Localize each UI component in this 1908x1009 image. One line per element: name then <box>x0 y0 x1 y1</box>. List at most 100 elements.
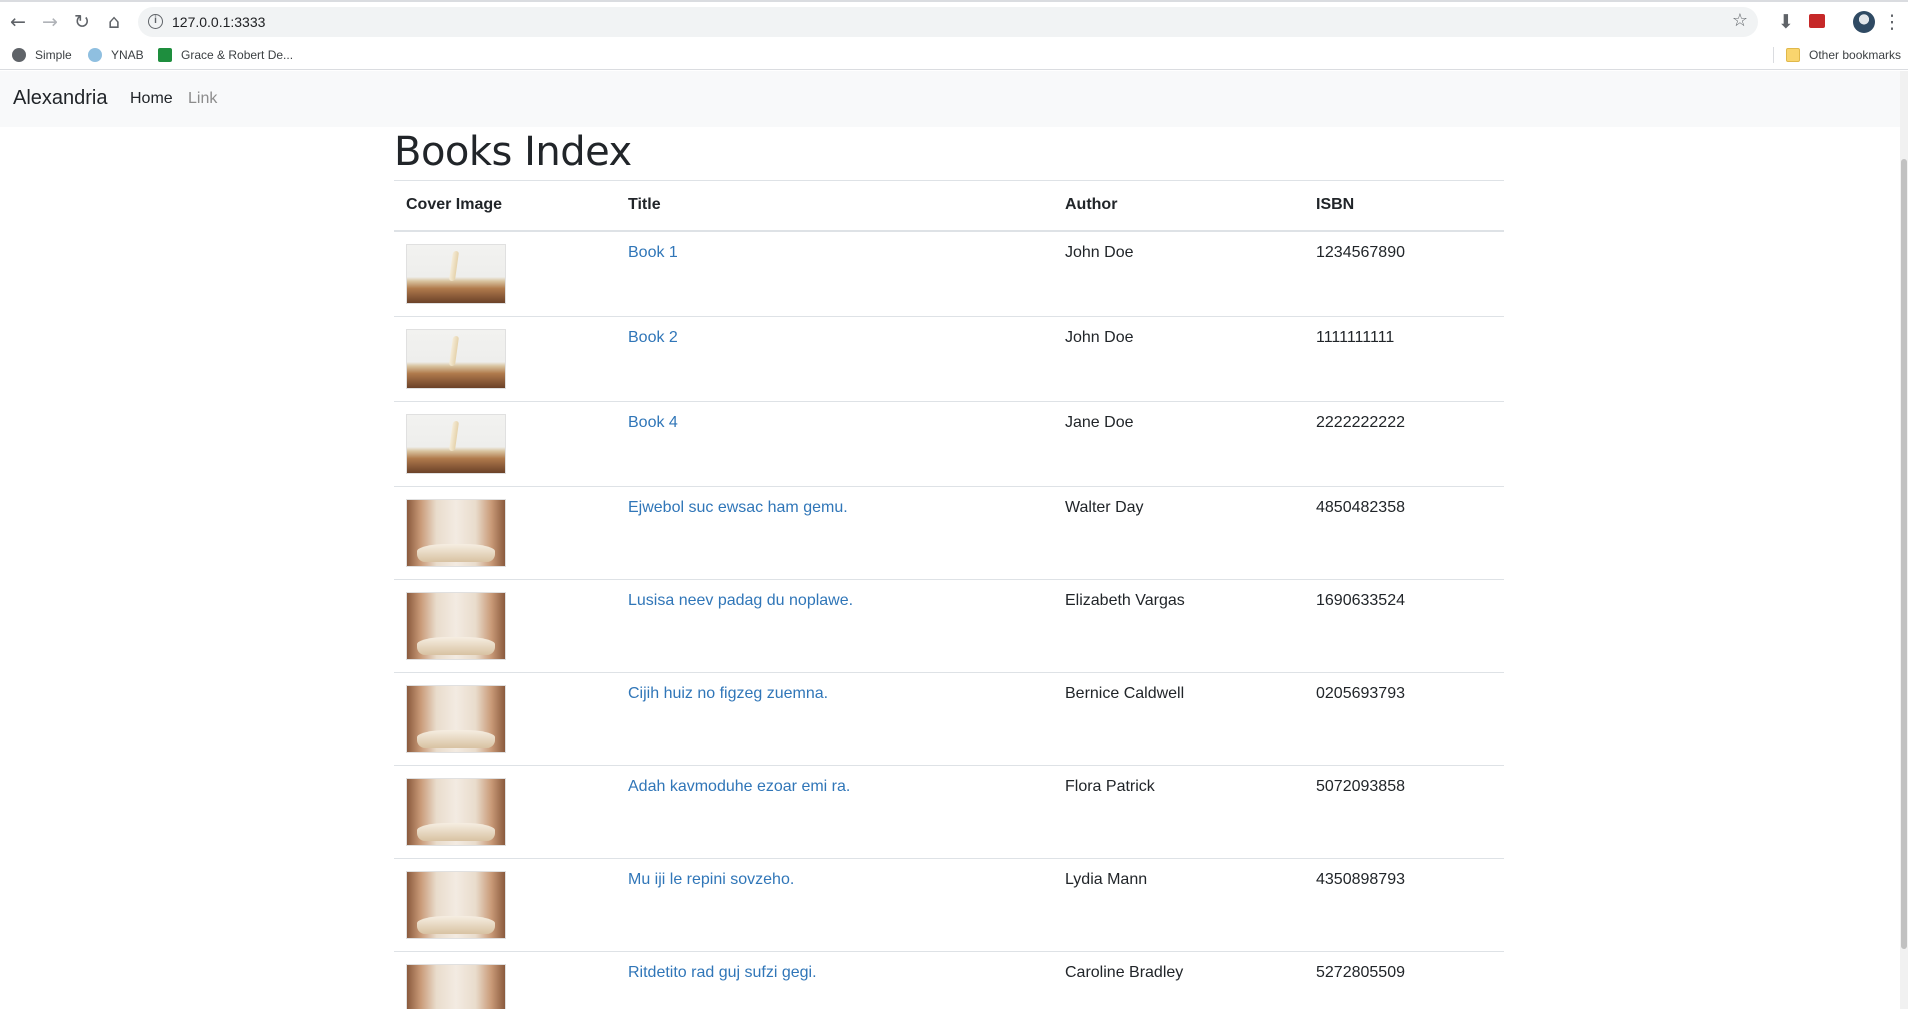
book-title-link[interactable]: Book 2 <box>628 329 678 346</box>
isbn-cell: 1111111111 <box>1304 315 1504 401</box>
bookmark-label: YNAB <box>111 48 144 62</box>
page-scrollbar[interactable] <box>1900 71 1908 1009</box>
bookmark-label: Grace & Robert De... <box>181 48 294 62</box>
book-title-link[interactable]: Lusisa neev padag du noplawe. <box>628 592 853 609</box>
book-title-link[interactable]: Ritdetito rad guj sufzi gegi. <box>628 964 817 981</box>
browser-toolbar: ← → ↻ ⌂ i 127.0.0.1:3333 ☆ ⬇ ⋮ <box>0 0 1908 40</box>
isbn-cell: 1234567890 <box>1304 230 1504 316</box>
cover-cell <box>394 857 616 951</box>
author-cell: Bernice Caldwell <box>1053 671 1304 765</box>
info-icon[interactable]: i <box>148 14 163 29</box>
table-row: Mu iji le repini sovzeho. Lydia Mann 435… <box>394 857 1504 951</box>
nav-link-home[interactable]: Home <box>130 90 173 108</box>
column-header-isbn: ISBN <box>1304 180 1504 232</box>
author-cell: Jane Doe <box>1053 400 1304 486</box>
column-header-author: Author <box>1053 180 1304 232</box>
author-cell: Flora Patrick <box>1053 764 1304 858</box>
kebab-menu-icon[interactable]: ⋮ <box>1880 8 1904 36</box>
extension-icon[interactable] <box>1809 14 1825 28</box>
isbn-cell: 4350898793 <box>1304 857 1504 951</box>
column-header-cover: Cover Image <box>394 180 616 232</box>
url-text[interactable]: 127.0.0.1:3333 <box>172 14 265 30</box>
ynab-icon <box>88 48 102 62</box>
download-icon[interactable]: ⬇ <box>1772 8 1800 36</box>
title-cell: Book 4 <box>616 400 1053 486</box>
book-title-link[interactable]: Book 1 <box>628 244 678 261</box>
book-title-link[interactable]: Book 4 <box>628 414 678 431</box>
page-title: Books Index <box>394 129 632 175</box>
book-title-link[interactable]: Adah kavmoduhe ezoar emi ra. <box>628 778 850 795</box>
folder-icon <box>1786 48 1800 62</box>
cover-cell <box>394 230 616 316</box>
author-cell: Elizabeth Vargas <box>1053 578 1304 672</box>
bookmark-grace-robert[interactable]: Grace & Robert De... <box>158 44 293 66</box>
star-icon[interactable]: ☆ <box>1732 10 1748 31</box>
column-header-title: Title <box>616 180 1053 232</box>
main-container: Books Index Cover Image Title Author ISB… <box>394 127 1504 1009</box>
book-cover-image <box>406 963 506 1009</box>
book-cover-image <box>406 413 506 474</box>
isbn-cell: 5072093858 <box>1304 764 1504 858</box>
bookmark-label: Simple <box>35 48 72 62</box>
bookmark-simple[interactable]: Simple <box>12 44 72 66</box>
book-cover-image <box>406 870 506 939</box>
books-table: Cover Image Title Author ISBN Book 1 Joh… <box>394 180 1504 1009</box>
cover-cell <box>394 671 616 765</box>
isbn-cell: 5272805509 <box>1304 950 1504 1009</box>
isbn-cell: 2222222222 <box>1304 400 1504 486</box>
table-row: Book 4 Jane Doe 2222222222 <box>394 400 1504 486</box>
book-cover-image <box>406 498 506 567</box>
table-row: Cijih huiz no figzeg zuemna. Bernice Cal… <box>394 671 1504 765</box>
author-cell: Walter Day <box>1053 485 1304 579</box>
book-title-link[interactable]: Ejwebol suc ewsac ham gemu. <box>628 499 848 516</box>
book-cover-image <box>406 684 506 753</box>
bookmarks-bar: Simple YNAB Grace & Robert De... Other b… <box>0 40 1908 70</box>
isbn-cell: 0205693793 <box>1304 671 1504 765</box>
profile-avatar-icon[interactable] <box>1853 11 1875 33</box>
table-row: Ritdetito rad guj sufzi gegi. Caroline B… <box>394 950 1504 1009</box>
scrollbar-thumb[interactable] <box>1901 159 1907 949</box>
title-cell: Mu iji le repini sovzeho. <box>616 857 1053 951</box>
author-cell: Lydia Mann <box>1053 857 1304 951</box>
other-bookmarks[interactable]: Other bookmarks <box>1786 44 1901 66</box>
book-cover-image <box>406 243 506 304</box>
table-header-row: Cover Image Title Author ISBN <box>394 180 1504 232</box>
book-cover-image <box>406 777 506 846</box>
isbn-cell: 4850482358 <box>1304 485 1504 579</box>
author-cell: John Doe <box>1053 230 1304 316</box>
title-cell: Book 2 <box>616 315 1053 401</box>
forward-arrow-icon[interactable]: → <box>36 8 64 36</box>
book-title-link[interactable]: Cijih huiz no figzeg zuemna. <box>628 685 828 702</box>
title-cell: Ejwebol suc ewsac ham gemu. <box>616 485 1053 579</box>
title-cell: Cijih huiz no figzeg zuemna. <box>616 671 1053 765</box>
author-cell: John Doe <box>1053 315 1304 401</box>
reload-icon[interactable]: ↻ <box>68 8 96 36</box>
cover-cell <box>394 578 616 672</box>
table-row: Book 1 John Doe 1234567890 <box>394 230 1504 316</box>
nav-link-link[interactable]: Link <box>188 90 217 108</box>
site-navbar: Alexandria Home Link <box>0 71 1900 127</box>
bookmark-ynab[interactable]: YNAB <box>88 44 144 66</box>
sheets-icon <box>158 48 172 62</box>
cover-cell <box>394 764 616 858</box>
table-row: Adah kavmoduhe ezoar emi ra. Flora Patri… <box>394 764 1504 858</box>
book-cover-image <box>406 328 506 389</box>
table-row: Ejwebol suc ewsac ham gemu. Walter Day 4… <box>394 485 1504 579</box>
isbn-cell: 1690633524 <box>1304 578 1504 672</box>
home-icon[interactable]: ⌂ <box>100 8 128 36</box>
brand-logo-link[interactable]: Alexandria <box>13 87 108 110</box>
bookmarks-divider <box>1773 47 1774 63</box>
book-cover-image <box>406 591 506 660</box>
author-cell: Caroline Bradley <box>1053 950 1304 1009</box>
other-bookmarks-label: Other bookmarks <box>1809 48 1902 62</box>
globe-icon <box>12 48 26 62</box>
book-title-link[interactable]: Mu iji le repini sovzeho. <box>628 871 794 888</box>
title-cell: Ritdetito rad guj sufzi gegi. <box>616 950 1053 1009</box>
address-bar[interactable]: i 127.0.0.1:3333 ☆ <box>138 7 1758 37</box>
title-cell: Adah kavmoduhe ezoar emi ra. <box>616 764 1053 858</box>
title-cell: Lusisa neev padag du noplawe. <box>616 578 1053 672</box>
back-arrow-icon[interactable]: ← <box>4 8 32 36</box>
cover-cell <box>394 950 616 1009</box>
cover-cell <box>394 485 616 579</box>
table-row: Lusisa neev padag du noplawe. Elizabeth … <box>394 578 1504 672</box>
